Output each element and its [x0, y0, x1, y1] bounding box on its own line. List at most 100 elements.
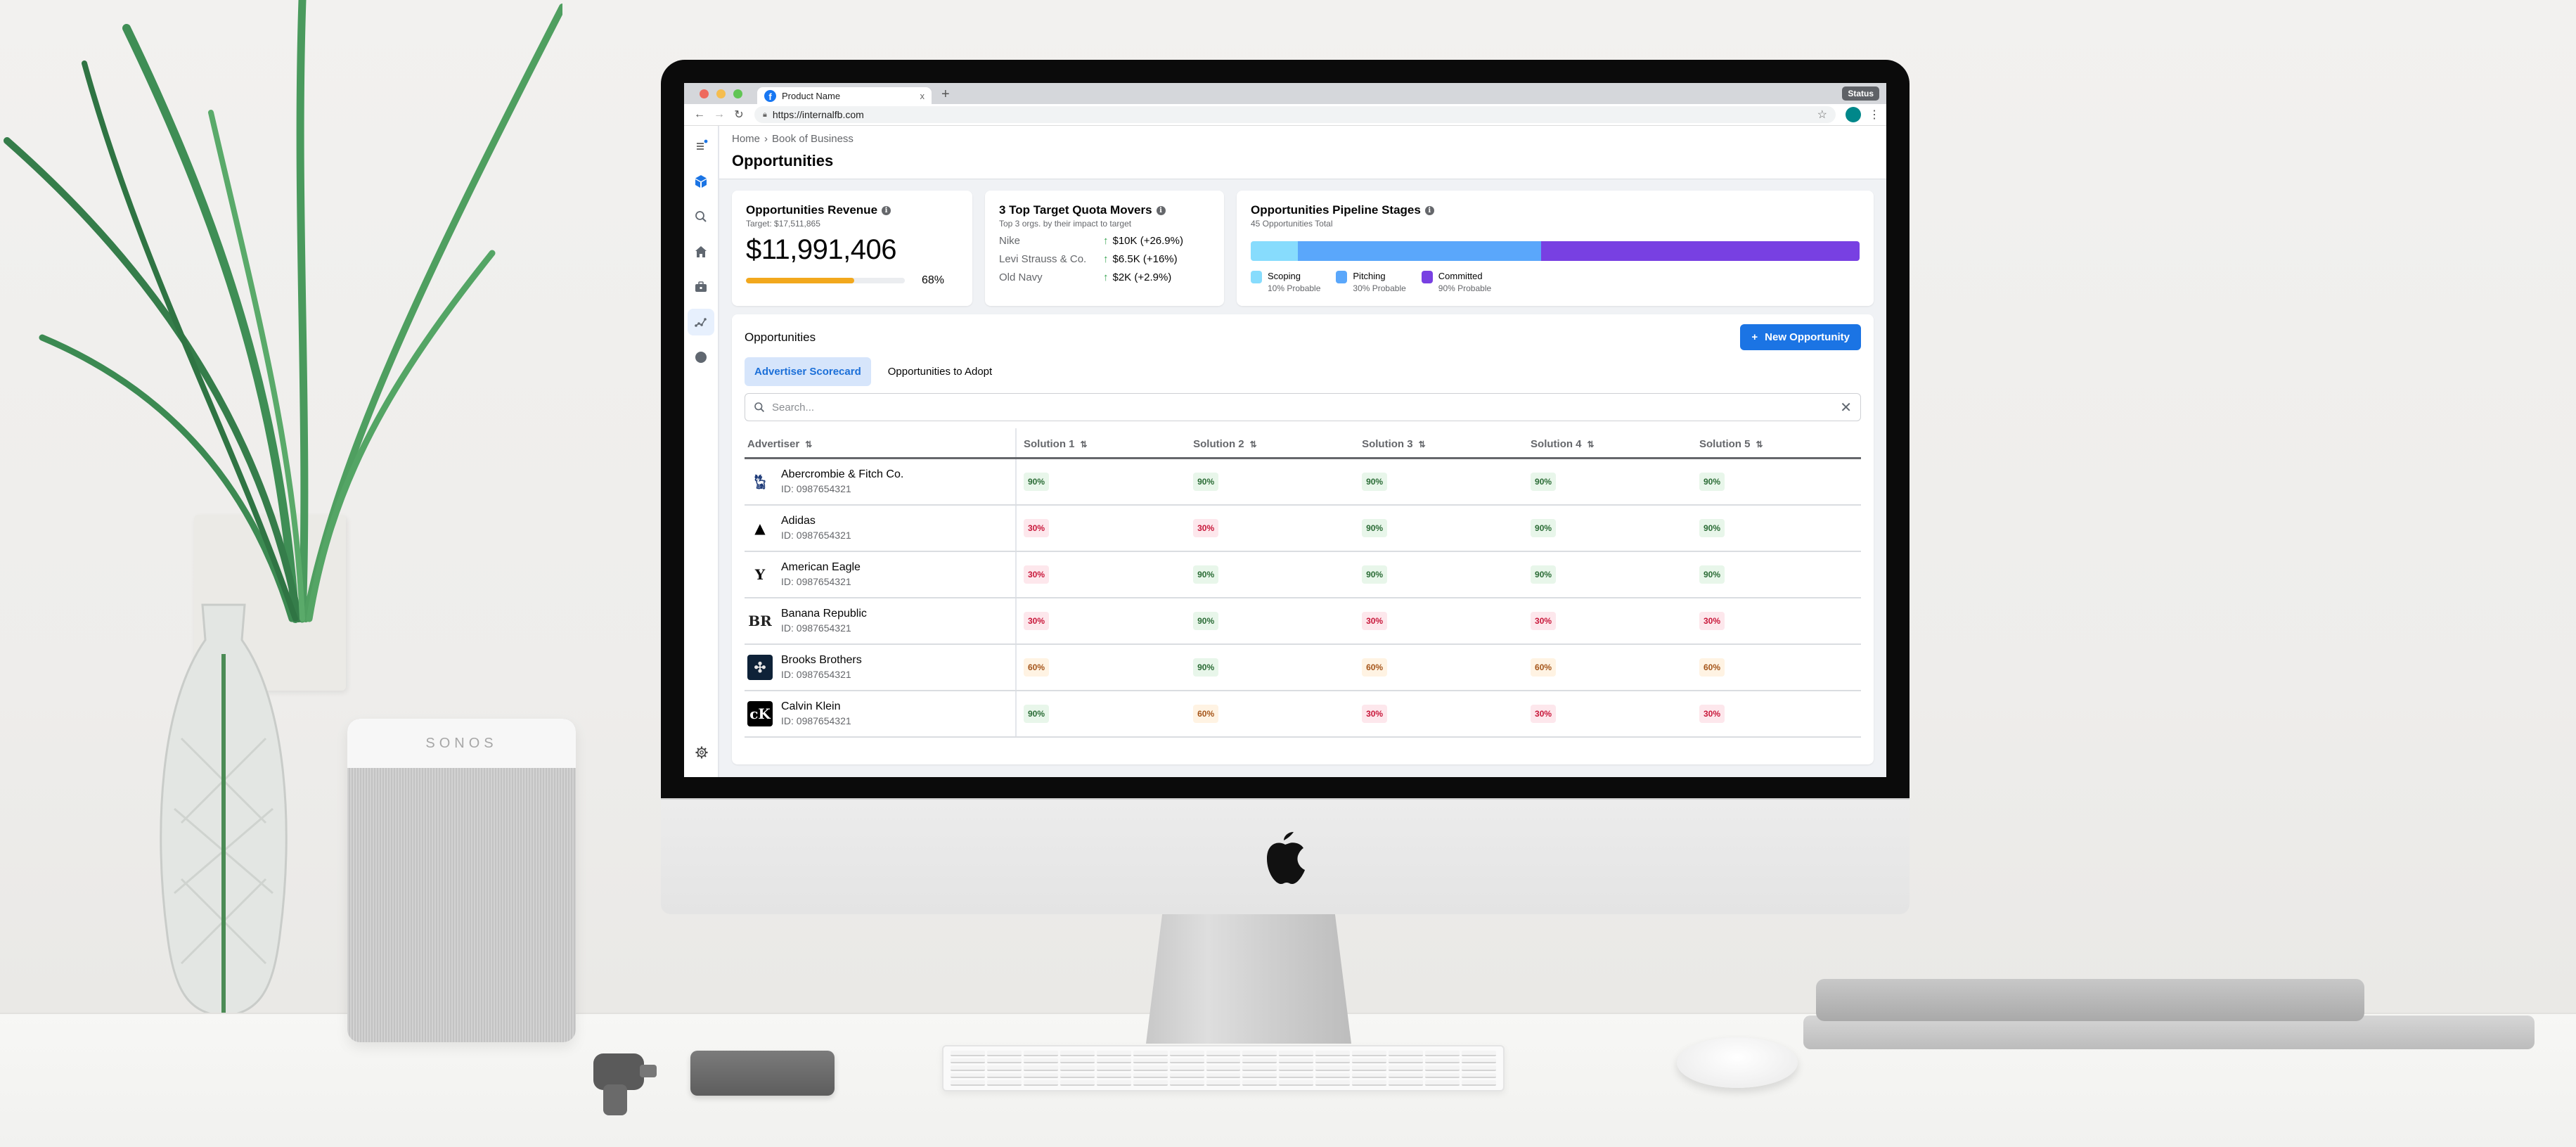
opportunities-tabs: Advertiser Scorecard Opportunities to Ad… — [745, 357, 1861, 386]
legend-label: Committed — [1438, 271, 1483, 281]
pipeline-segment-scoping[interactable] — [1251, 241, 1298, 261]
tab-advertiser-scorecard[interactable]: Advertiser Scorecard — [745, 357, 871, 386]
sidebar-item-circle[interactable] — [688, 344, 714, 371]
advertiser-name[interactable]: American Eagle — [781, 561, 861, 574]
solution-cell: 30% — [1524, 597, 1692, 645]
mouse — [1677, 1037, 1798, 1088]
solution-cell: 30% — [1692, 597, 1861, 645]
info-icon[interactable]: i — [1156, 205, 1166, 215]
advertiser-name[interactable]: Adidas — [781, 515, 851, 527]
legend-item-scoping: Scoping 10% Probable — [1251, 271, 1320, 293]
table-row[interactable]: cK Calvin Klein ID: 0987654321 90% 60% 30% 30%… — [745, 690, 1861, 738]
table-row[interactable]: ✣ Brooks Brothers ID: 0987654321 60% 90% 60% 6… — [745, 643, 1861, 691]
browser-menu-icon[interactable]: ⋮ — [1868, 108, 1881, 122]
browser-tab[interactable]: f Product Name x — [757, 87, 932, 104]
score-badge: 90% — [1531, 565, 1557, 584]
advertiser-name[interactable]: Banana Republic — [781, 608, 867, 620]
score-badge: 30% — [1024, 518, 1050, 537]
pipeline-segment-committed[interactable] — [1541, 241, 1860, 261]
advertiser-name[interactable]: Abercrombie & Fitch Co. — [781, 468, 903, 481]
column-header-label: Solution 1 — [1024, 438, 1075, 450]
column-header-solution-1[interactable]: Solution 1 ⇅ — [1016, 428, 1187, 459]
minimize-window-button[interactable] — [716, 89, 726, 98]
table-row[interactable]: ▲ Adidas ID: 0987654321 30% 30% 90% 90% 90% — [745, 504, 1861, 552]
revenue-value: $11,991,406 — [746, 234, 896, 265]
forward-arrow-icon[interactable]: → — [709, 108, 729, 121]
trend-chart-icon — [695, 318, 707, 327]
solution-cell: 90% — [1524, 504, 1692, 552]
search-input[interactable] — [772, 401, 1834, 414]
revenue-title: Opportunities Revenue — [746, 203, 878, 217]
apple-logo-icon — [1267, 831, 1305, 884]
url-field[interactable]: 🔒︎ https://internalfb.com ☆ — [754, 106, 1836, 123]
solution-cell: 60% — [1355, 643, 1524, 691]
table-row[interactable]: Y American Eagle ID: 0987654321 30% 90% 90% 90… — [745, 551, 1861, 598]
advertiser-logo-icon: ▲ — [747, 515, 773, 541]
column-header-solution-2[interactable]: Solution 2 ⇅ — [1186, 428, 1355, 459]
score-badge: 90% — [1024, 704, 1050, 723]
profile-avatar[interactable] — [1846, 107, 1861, 122]
close-window-button[interactable] — [700, 89, 709, 98]
pipeline-legend: Scoping 10% Probable Pitching 30% Probable… — [1251, 271, 1860, 293]
breadcrumb-book-of-business[interactable]: Book of Business — [772, 133, 854, 145]
sidebar-item-search[interactable] — [688, 203, 714, 230]
info-icon[interactable]: i — [882, 205, 891, 215]
smartphone — [690, 1051, 835, 1096]
solution-cell: 90% — [1692, 504, 1861, 552]
sidebar-item-product[interactable] — [688, 168, 714, 195]
sidebar-item-home[interactable] — [688, 238, 714, 265]
sidebar-item-briefcase[interactable] — [688, 274, 714, 300]
solution-cell: 30% — [1186, 504, 1355, 552]
gear-icon — [695, 746, 708, 759]
clear-search-icon[interactable]: ✕ — [1840, 399, 1852, 416]
table-row[interactable]: BR Banana Republic ID: 0987654321 30% 90% 30%… — [745, 597, 1861, 645]
sort-icon[interactable]: ⇅ — [1250, 440, 1257, 449]
column-header-advertiser[interactable]: Advertiser ⇅ — [745, 428, 1017, 459]
pipeline-segment-pitching[interactable] — [1297, 241, 1542, 261]
advertiser: ▲ Adidas ID: 0987654321 — [747, 515, 1008, 541]
score-badge: 30% — [1699, 611, 1725, 630]
score-badge: 60% — [1531, 658, 1557, 677]
laptop-stack — [1803, 979, 2535, 1055]
sidebar-item-settings[interactable] — [688, 739, 715, 766]
solution-cell: 60% — [1016, 643, 1187, 691]
advertiser: BR Banana Republic ID: 0987654321 — [747, 608, 1008, 634]
sort-icon[interactable]: ⇅ — [1081, 440, 1088, 449]
tab-close-icon[interactable]: x — [920, 91, 925, 101]
sort-icon[interactable]: ⇅ — [1588, 440, 1595, 449]
reload-icon[interactable]: ↻ — [729, 108, 749, 122]
back-arrow-icon[interactable]: ← — [690, 108, 709, 121]
advertiser-name[interactable]: Calvin Klein — [781, 700, 851, 713]
tab-opportunities-to-adopt[interactable]: Opportunities to Adopt — [878, 357, 1002, 386]
column-header-solution-5[interactable]: Solution 5 ⇅ — [1692, 428, 1861, 459]
sidebar-item-menu[interactable] — [688, 133, 714, 160]
legend-swatch — [1421, 271, 1433, 283]
bookmark-star-icon[interactable]: ☆ — [1817, 108, 1827, 122]
score-badge: 90% — [1531, 518, 1557, 537]
breadcrumb-home[interactable]: Home — [732, 133, 760, 145]
solution-cell: 30% — [1016, 551, 1187, 598]
legend-swatch — [1251, 271, 1262, 283]
sort-icon[interactable]: ⇅ — [1756, 440, 1763, 449]
score-badge: 30% — [1024, 565, 1050, 584]
pipeline-subtitle: 45 Opportunities Total — [1251, 219, 1333, 229]
revenue-progress-label: 68% — [922, 274, 945, 286]
arrow-up-icon: ↑ — [1103, 271, 1109, 283]
info-icon[interactable]: i — [1424, 205, 1434, 215]
advertiser: Y American Eagle ID: 0987654321 — [747, 561, 1008, 587]
advertiser-name[interactable]: Brooks Brothers — [781, 654, 862, 667]
sort-icon[interactable]: ⇅ — [1419, 440, 1426, 449]
solution-cell: 30% — [1016, 597, 1187, 645]
column-header-solution-3[interactable]: Solution 3 ⇅ — [1355, 428, 1524, 459]
maximize-window-button[interactable] — [733, 89, 742, 98]
new-opportunity-button[interactable]: + New Opportunity — [1740, 324, 1861, 350]
new-tab-button[interactable]: + — [941, 86, 950, 103]
mover-value: $6.5K (+16%) — [1112, 253, 1178, 265]
sort-icon[interactable]: ⇅ — [805, 440, 812, 449]
sidebar-item-insights[interactable] — [688, 309, 714, 335]
table-row[interactable]: 🦌︎ Abercrombie & Fitch Co. ID: 0987654321 9… — [745, 458, 1861, 506]
column-header-solution-4[interactable]: Solution 4 ⇅ — [1524, 428, 1692, 459]
score-badge: 90% — [1362, 518, 1388, 537]
advertiser-logo-icon: BR — [747, 608, 773, 634]
summary-cards: Opportunities Revenue i Target: $17,511,… — [719, 179, 1886, 314]
